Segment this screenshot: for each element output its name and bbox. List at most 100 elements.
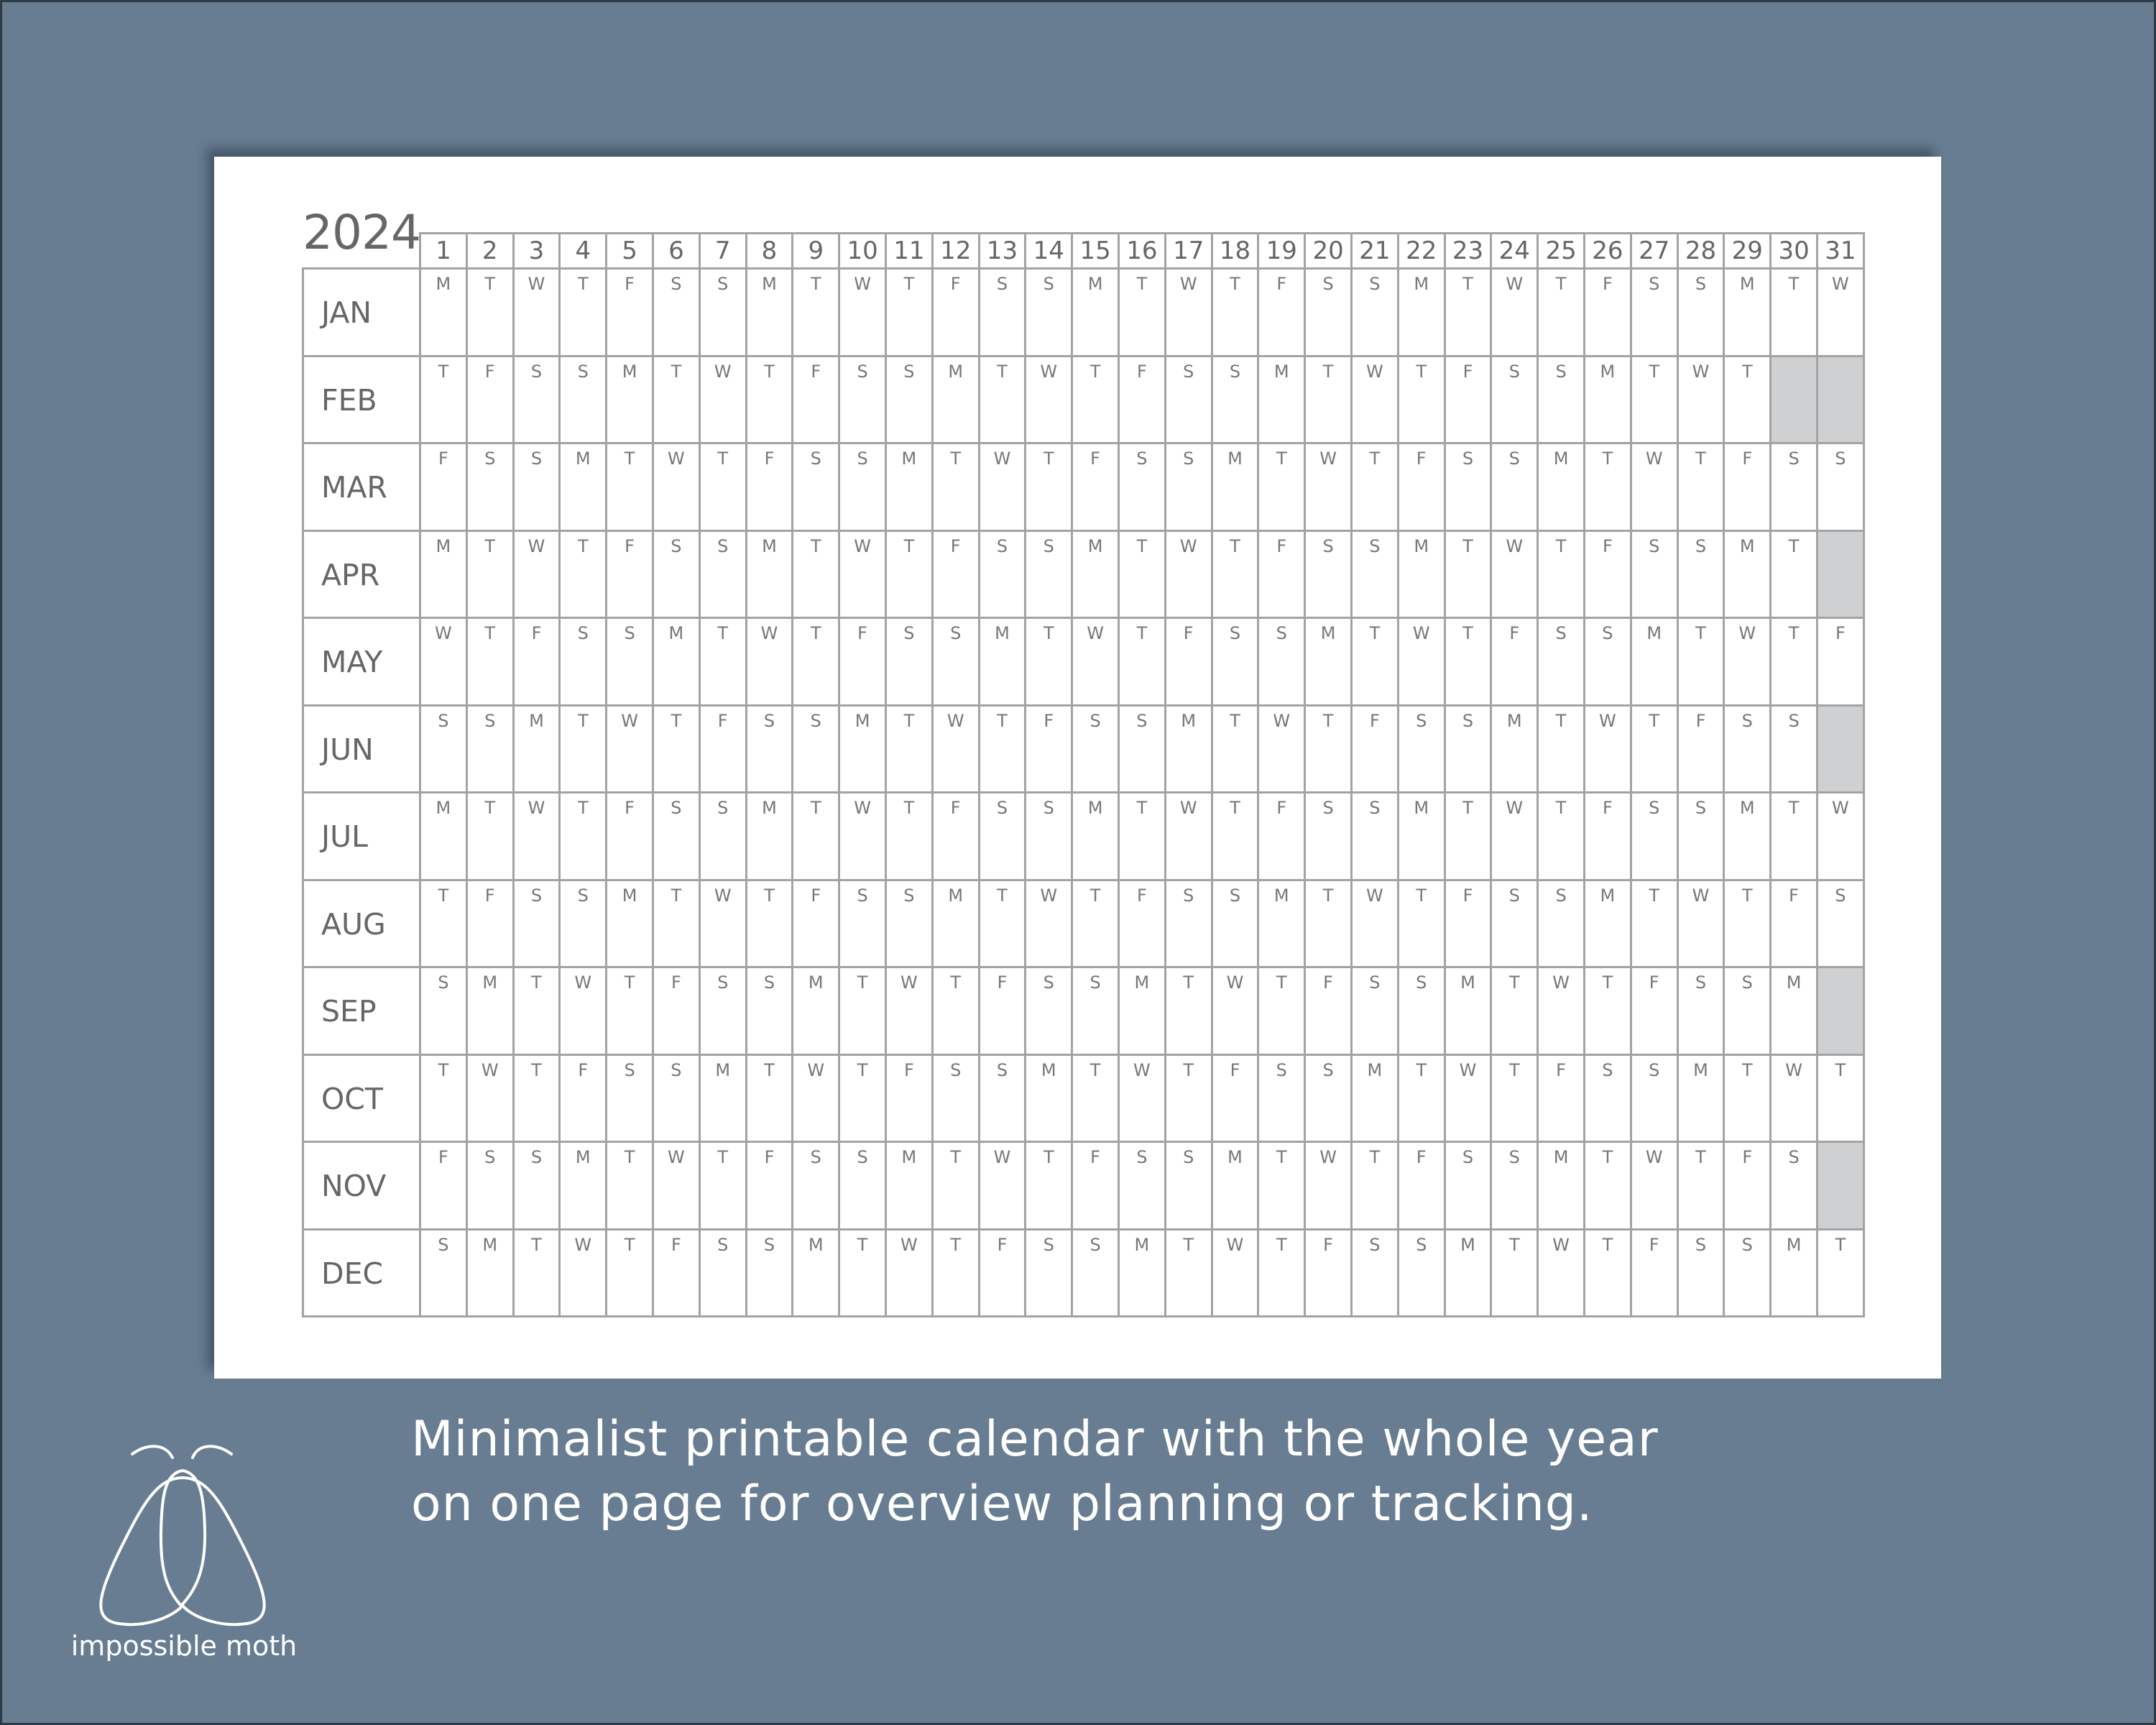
day-cell[interactable]: F <box>1024 704 1072 791</box>
day-cell[interactable]: S <box>1350 791 1397 879</box>
day-cell[interactable]: W <box>885 966 931 1054</box>
day-cell[interactable]: T <box>698 442 745 530</box>
day-cell[interactable]: F <box>1583 267 1630 355</box>
day-cell[interactable]: T <box>1024 442 1072 530</box>
day-cell[interactable]: S <box>698 966 745 1054</box>
day-cell[interactable]: M <box>1629 617 1677 704</box>
day-cell[interactable]: F <box>1396 442 1444 530</box>
day-cell[interactable]: W <box>791 1053 839 1141</box>
day-cell[interactable]: T <box>931 966 978 1054</box>
day-cell[interactable]: M <box>885 1141 931 1228</box>
day-cell[interactable]: W <box>1164 529 1211 617</box>
day-cell[interactable]: S <box>745 1228 792 1315</box>
day-cell[interactable]: T <box>1583 442 1630 530</box>
day-cell[interactable]: S <box>1723 1228 1770 1315</box>
day-cell[interactable]: T <box>977 704 1025 791</box>
day-cell[interactable]: T <box>1769 529 1816 617</box>
day-cell[interactable]: T <box>1257 1228 1304 1315</box>
day-cell[interactable]: W <box>465 1053 512 1141</box>
day-cell[interactable]: T <box>1210 267 1258 355</box>
day-cell[interactable]: T <box>1071 1053 1118 1141</box>
day-cell[interactable]: W <box>1071 617 1118 704</box>
day-cell[interactable]: M <box>1443 1228 1491 1315</box>
day-cell[interactable]: F <box>791 354 839 442</box>
day-cell[interactable]: T <box>1257 966 1304 1054</box>
day-cell[interactable]: S <box>1164 354 1211 442</box>
day-cell[interactable]: F <box>1537 1053 1583 1141</box>
day-cell[interactable]: T <box>1537 267 1583 355</box>
day-cell[interactable]: S <box>1164 878 1211 966</box>
day-cell[interactable]: T <box>558 529 606 617</box>
day-cell[interactable]: W <box>419 617 466 704</box>
day-cell[interactable]: W <box>1443 1053 1491 1141</box>
day-cell[interactable]: T <box>1350 1141 1397 1228</box>
day-cell[interactable]: M <box>1118 1228 1164 1315</box>
day-cell[interactable]: S <box>1304 529 1350 617</box>
day-cell[interactable]: M <box>558 1141 606 1228</box>
day-cell[interactable]: W <box>1350 878 1397 966</box>
day-cell[interactable]: S <box>1676 529 1723 617</box>
day-cell[interactable]: T <box>698 1141 745 1228</box>
day-cell[interactable]: S <box>1350 966 1397 1054</box>
day-cell[interactable]: T <box>1210 529 1258 617</box>
day-cell[interactable]: T <box>1816 1053 1863 1141</box>
day-cell[interactable]: S <box>931 617 978 704</box>
day-cell[interactable]: W <box>1816 791 1863 879</box>
day-cell[interactable]: T <box>558 267 606 355</box>
day-cell[interactable]: S <box>1490 878 1537 966</box>
day-cell[interactable]: M <box>698 1053 745 1141</box>
day-cell[interactable]: M <box>1583 878 1630 966</box>
day-cell[interactable]: T <box>885 791 931 879</box>
day-cell[interactable]: F <box>652 966 699 1054</box>
day-cell[interactable]: T <box>1443 529 1491 617</box>
day-cell[interactable]: W <box>1257 704 1304 791</box>
day-cell[interactable]: W <box>1490 791 1537 879</box>
day-cell[interactable]: T <box>1164 1228 1211 1315</box>
day-cell[interactable]: T <box>1164 966 1211 1054</box>
day-cell[interactable]: W <box>1024 354 1072 442</box>
day-cell[interactable]: S <box>1583 617 1630 704</box>
day-cell[interactable]: S <box>1210 354 1258 442</box>
day-cell[interactable]: T <box>1537 791 1583 879</box>
day-cell[interactable]: F <box>1583 529 1630 617</box>
day-cell[interactable]: W <box>977 1141 1025 1228</box>
day-cell[interactable]: S <box>1024 529 1072 617</box>
day-cell[interactable]: T <box>605 1228 652 1315</box>
day-cell[interactable]: T <box>1583 1141 1630 1228</box>
day-cell[interactable]: S <box>1024 267 1072 355</box>
day-cell[interactable]: S <box>1676 966 1723 1054</box>
day-cell[interactable]: M <box>791 966 839 1054</box>
day-cell[interactable]: T <box>1537 529 1583 617</box>
day-cell[interactable]: W <box>1490 529 1537 617</box>
day-cell[interactable]: T <box>605 966 652 1054</box>
day-cell[interactable]: T <box>1396 878 1444 966</box>
day-cell[interactable]: T <box>745 878 792 966</box>
day-cell[interactable]: T <box>419 354 466 442</box>
day-cell[interactable]: W <box>698 878 745 966</box>
day-cell[interactable]: S <box>1024 1228 1072 1315</box>
day-cell[interactable]: M <box>419 267 466 355</box>
day-cell[interactable]: T <box>605 442 652 530</box>
day-cell[interactable]: M <box>1769 1228 1816 1315</box>
day-cell[interactable]: S <box>885 617 931 704</box>
day-cell[interactable]: T <box>931 1228 978 1315</box>
day-cell[interactable]: W <box>1629 442 1677 530</box>
day-cell[interactable]: M <box>745 791 792 879</box>
day-cell[interactable]: M <box>931 354 978 442</box>
day-cell[interactable]: T <box>1210 704 1258 791</box>
day-cell[interactable]: F <box>1304 966 1350 1054</box>
day-cell[interactable]: M <box>745 529 792 617</box>
day-cell[interactable]: T <box>605 1141 652 1228</box>
day-cell[interactable]: M <box>791 1228 839 1315</box>
day-cell[interactable]: T <box>977 878 1025 966</box>
day-cell[interactable]: T <box>465 791 512 879</box>
day-cell[interactable]: M <box>1210 1141 1258 1228</box>
day-cell[interactable]: F <box>1210 1053 1258 1141</box>
day-cell[interactable]: S <box>465 442 512 530</box>
day-cell[interactable]: T <box>1304 878 1350 966</box>
day-cell[interactable]: S <box>791 704 839 791</box>
day-cell[interactable]: T <box>698 617 745 704</box>
day-cell[interactable]: M <box>1723 267 1770 355</box>
day-cell[interactable]: S <box>1537 354 1583 442</box>
day-cell[interactable]: S <box>419 1228 466 1315</box>
